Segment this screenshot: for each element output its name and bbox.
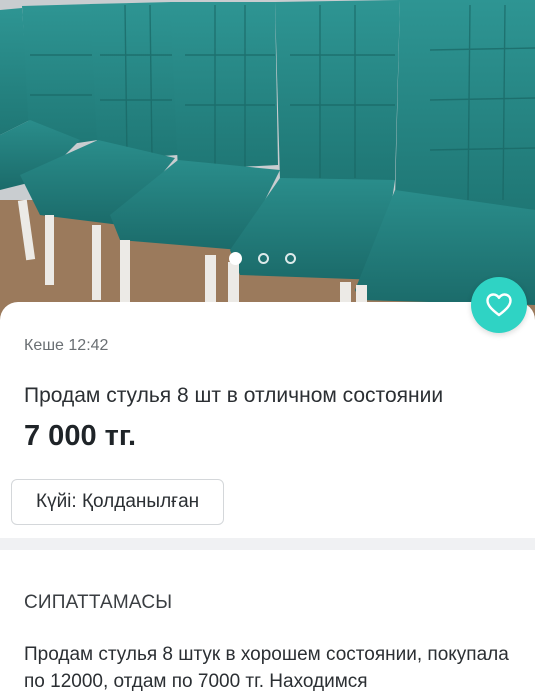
listing-price: 7 000 тг. (24, 420, 137, 452)
listing-title: Продам стулья 8 шт в отличном состоянии (24, 384, 444, 407)
description-heading: СИПАТТАМАСЫ (24, 592, 173, 613)
gallery-pagination[interactable] (229, 252, 296, 265)
chairs-photo-illustration (0, 0, 535, 330)
condition-chip: Күйі: Қолданылған (11, 479, 225, 525)
gallery-dot-3[interactable] (285, 253, 296, 264)
listing-timestamp: Кеше 12:42 (24, 337, 109, 354)
listing-photo[interactable] (0, 0, 535, 330)
section-divider (0, 538, 535, 550)
heart-icon (486, 293, 512, 317)
gallery-dot-2[interactable] (258, 253, 269, 264)
favorite-button[interactable] (471, 277, 527, 333)
gallery-dot-1[interactable] (229, 252, 242, 265)
description-text: Продам стулья 8 штук в хорошем состоянии… (24, 644, 509, 692)
condition-chip-label: Күйі: Қолданылған (36, 491, 200, 512)
